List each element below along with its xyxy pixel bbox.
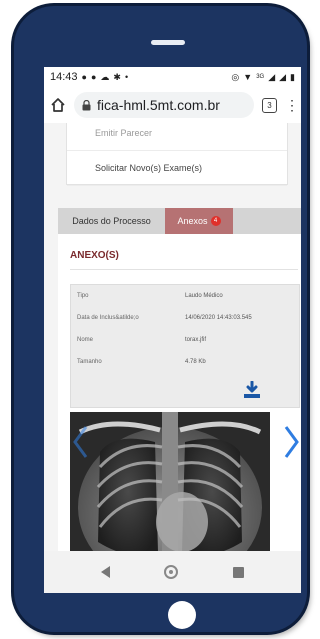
detail-row-tipo: Tipo Laudo Médico xyxy=(77,293,223,299)
network-type-label: 3G xyxy=(256,74,265,80)
status-bar: 14:43 ● ● ☁ ✱ • ◎ ▼ 3G ◢ ◢ ▮ xyxy=(44,67,301,87)
chest-xray-image xyxy=(70,412,270,551)
process-tabs: Dados do Processo Anexos 4 xyxy=(58,208,301,234)
home-icon[interactable] xyxy=(50,97,66,113)
action-menu: Emitir Parecer Solicitar Novo(s) Exame(s… xyxy=(66,123,288,186)
status-left: 14:43 ● ● ☁ ✱ • xyxy=(50,71,128,83)
tab-switcher-button[interactable]: 3 xyxy=(262,97,277,113)
notification-icon: ● xyxy=(81,71,87,82)
battery-icon: ▮ xyxy=(290,71,295,82)
phone-screen: 14:43 ● ● ☁ ✱ • ◎ ▼ 3G ◢ ◢ ▮ fica-hml.5m… xyxy=(44,67,301,593)
browser-menu-icon[interactable]: ⋮ xyxy=(285,97,299,114)
detail-value: 4.78 Kb xyxy=(185,359,206,365)
page-content: Emitir Parecer Solicitar Novo(s) Exame(s… xyxy=(44,123,301,551)
signal-icon: ◢ xyxy=(268,71,276,82)
detail-row-nome: Nome torax.jfif xyxy=(77,337,206,343)
detail-row-data: Data de Inclus&atilde;o 14/06/2020 14:43… xyxy=(77,315,252,321)
tab-anexos-label: Anexos xyxy=(177,216,208,226)
back-icon[interactable] xyxy=(101,566,111,578)
wifi-icon: ▼ xyxy=(243,71,253,82)
home-nav-icon[interactable] xyxy=(164,565,179,579)
menu-item-solicitar-exames[interactable]: Solicitar Novo(s) Exame(s) xyxy=(67,151,287,186)
detail-value: Laudo Médico xyxy=(185,293,223,299)
status-right: ◎ ▼ 3G ◢ ◢ ▮ xyxy=(231,71,295,82)
previous-image-arrow[interactable] xyxy=(72,424,90,460)
anexos-title: ANEXO(S) xyxy=(70,250,119,261)
dot-icon: • xyxy=(124,71,129,82)
signal-icon: ◢ xyxy=(279,71,287,82)
tab-dados-do-processo[interactable]: Dados do Processo xyxy=(58,208,165,234)
notification-icon: ● xyxy=(90,71,97,82)
attachment-details: Tipo Laudo Médico Data de Inclus&atilde;… xyxy=(70,284,300,408)
phone-home-button[interactable] xyxy=(168,601,196,629)
alarm-icon: ◎ xyxy=(231,71,240,82)
title-divider xyxy=(70,269,298,270)
url-field[interactable]: fica-hml.5mt.com.br xyxy=(74,92,254,118)
recent-apps-icon[interactable] xyxy=(232,566,244,578)
cloud-icon: ☁ xyxy=(100,71,110,82)
anexos-panel: ANEXO(S) Tipo Laudo Médico Data de Inclu… xyxy=(58,234,301,551)
download-icon[interactable] xyxy=(243,381,261,399)
anexos-count-badge: 4 xyxy=(210,216,221,226)
detail-key: Nome xyxy=(77,337,94,343)
detail-value: 14/06/2020 14:43:03.545 xyxy=(185,315,252,321)
status-time: 14:43 xyxy=(50,71,78,83)
detail-value: torax.jfif xyxy=(185,337,207,343)
detail-key: Tipo xyxy=(77,293,89,299)
next-image-arrow[interactable] xyxy=(282,424,300,460)
browser-address-bar: fica-hml.5mt.com.br 3 ⋮ xyxy=(44,87,301,124)
gear-icon: ✱ xyxy=(113,71,121,82)
detail-row-tamanho: Tamanho 4.78 Kb xyxy=(77,359,206,365)
tab-anexos[interactable]: Anexos 4 xyxy=(165,208,233,234)
lock-icon xyxy=(82,99,91,110)
url-text: fica-hml.5mt.com.br xyxy=(97,97,220,113)
android-nav-bar xyxy=(44,551,301,593)
menu-item-emitir-parecer[interactable]: Emitir Parecer xyxy=(67,123,287,151)
detail-key: Data de Inclus&atilde;o xyxy=(77,315,139,321)
detail-key: Tamanho xyxy=(77,359,102,365)
speaker-grille xyxy=(151,40,185,45)
phone-frame: 14:43 ● ● ☁ ✱ • ◎ ▼ 3G ◢ ◢ ▮ fica-hml.5m… xyxy=(14,6,307,632)
